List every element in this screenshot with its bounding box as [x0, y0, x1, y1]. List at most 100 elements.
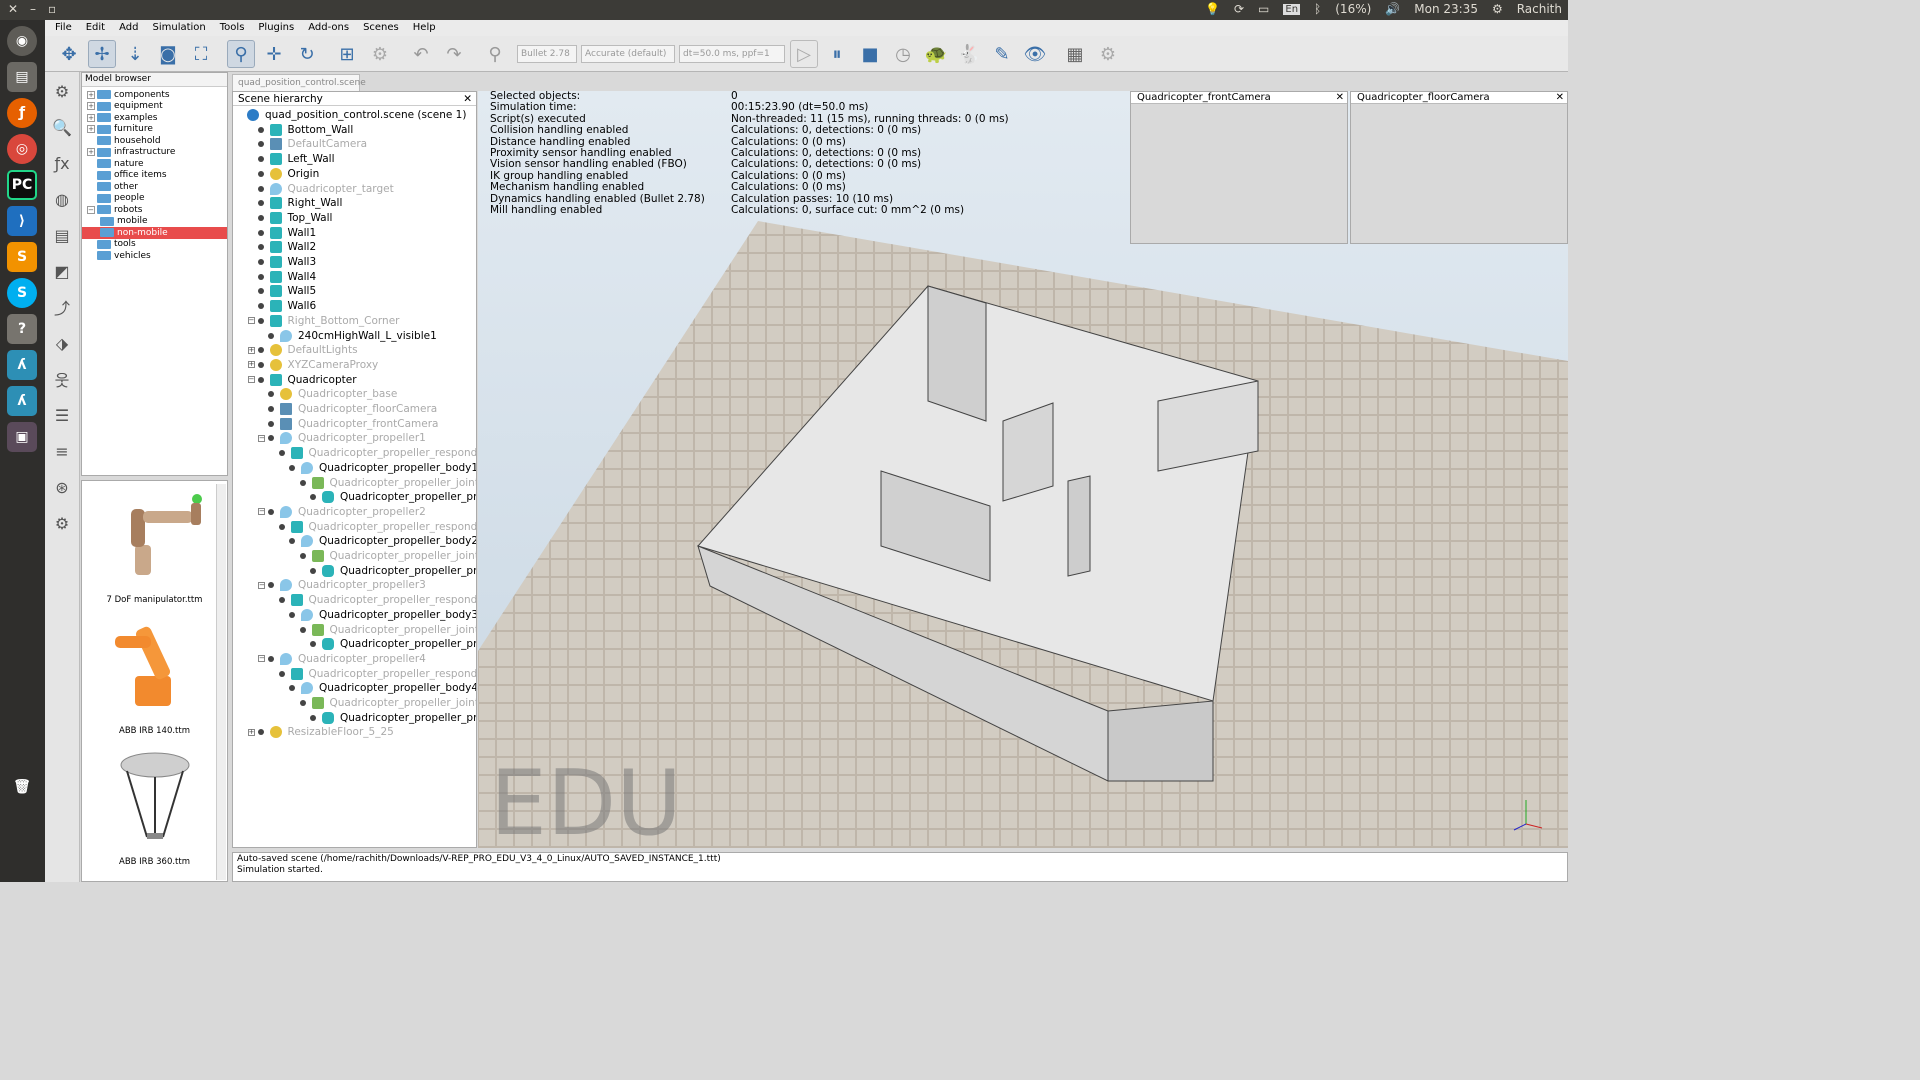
- hierarchy-row[interactable]: Wall3: [248, 255, 316, 269]
- visibility-icon[interactable]: [257, 303, 264, 310]
- expand-toggle-icon[interactable]: [269, 523, 276, 530]
- expand-toggle-icon[interactable]: [300, 714, 307, 721]
- hierarchy-row[interactable]: Right_Wall: [248, 196, 342, 210]
- expand-toggle-icon[interactable]: +: [247, 346, 255, 354]
- model-folder[interactable]: + infrastructure: [82, 147, 227, 159]
- visibility-icon[interactable]: [289, 685, 295, 692]
- hierarchy-row[interactable]: Wall6: [248, 299, 316, 313]
- visibility-icon[interactable]: [299, 700, 306, 706]
- expand-toggle-icon[interactable]: [279, 538, 286, 545]
- hierarchy-row[interactable]: Quadricopter_base: [258, 387, 397, 401]
- collection-icon[interactable]: ⬗: [47, 329, 77, 357]
- scene-objects-icon[interactable]: ▦: [1061, 40, 1089, 68]
- hierarchy-row[interactable]: Quadricopter_propeller_prop: [300, 564, 476, 578]
- shape-edit-icon[interactable]: ◩: [47, 257, 77, 285]
- trash-icon[interactable]: 🗑: [7, 772, 37, 802]
- expand-toggle-icon[interactable]: −: [247, 376, 255, 384]
- hierarchy-row[interactable]: Quadricopter_propeller_body3: [279, 608, 476, 622]
- undo-icon[interactable]: ↶: [407, 40, 435, 68]
- model-folder[interactable]: − robots: [82, 204, 227, 216]
- expand-toggle-icon[interactable]: [269, 670, 276, 677]
- menu-file[interactable]: File: [55, 20, 72, 36]
- visibility-icon[interactable]: [268, 582, 274, 589]
- visibility-icon[interactable]: [257, 347, 264, 354]
- hierarchy-row[interactable]: quad_position_control.scene (scene 1): [237, 108, 466, 122]
- hierarchy-row[interactable]: Quadricopter_propeller_body4: [279, 681, 476, 695]
- visibility-icon[interactable]: [257, 361, 264, 368]
- menu-add[interactable]: Add: [119, 20, 138, 36]
- vrep-icon[interactable]: ʎ: [7, 386, 37, 416]
- visibility-icon[interactable]: [310, 641, 316, 648]
- visibility-icon[interactable]: [310, 494, 316, 501]
- visibility-icon[interactable]: [289, 611, 295, 618]
- hierarchy-row[interactable]: + XYZCameraProxy: [247, 358, 378, 372]
- visibility-icon[interactable]: [268, 391, 274, 398]
- model-settings-icon[interactable]: ⚙: [1094, 40, 1122, 68]
- expand-toggle-icon[interactable]: [300, 567, 307, 574]
- files-icon[interactable]: ▤: [7, 62, 37, 92]
- model-folder[interactable]: + furniture: [82, 124, 227, 136]
- visibility-icon[interactable]: [257, 244, 264, 251]
- visibility-icon[interactable]: [278, 523, 285, 530]
- hierarchy-row[interactable]: Quadricopter_propeller_body1: [279, 461, 476, 475]
- expand-toggle-icon[interactable]: [258, 406, 265, 413]
- hierarchy-row[interactable]: − Quadricopter_propeller4: [258, 652, 426, 666]
- hierarchy-row[interactable]: 240cmHighWall_L_visible1: [258, 329, 437, 343]
- hierarchy-row[interactable]: Quadricopter_propeller_body2: [279, 534, 476, 548]
- model-thumbnail[interactable]: 7 DoF manipulator.ttm: [82, 481, 227, 612]
- speed-up-icon[interactable]: 🐇: [955, 40, 983, 68]
- user-settings-icon[interactable]: ⚙: [47, 509, 77, 537]
- expand-toggle-icon[interactable]: [248, 200, 255, 207]
- hierarchy-row[interactable]: − Quadricopter_propeller2: [258, 505, 426, 519]
- visibility-icon[interactable]: [257, 317, 264, 324]
- visibility-icon[interactable]: [257, 729, 264, 736]
- accuracy-select[interactable]: Accurate (default): [581, 45, 675, 63]
- realtime-icon[interactable]: ◷: [889, 40, 917, 68]
- start-simulation-icon[interactable]: ▷: [790, 40, 818, 68]
- hierarchy-row[interactable]: Quadricopter_propeller_respondab: [269, 667, 476, 681]
- close-icon[interactable]: ✕: [463, 92, 472, 106]
- hierarchy-row[interactable]: Quadricopter_floorCamera: [258, 402, 437, 416]
- visibility-icon[interactable]: [257, 214, 264, 221]
- visibility-icon[interactable]: [257, 185, 264, 192]
- expand-toggle-icon[interactable]: [279, 611, 286, 618]
- fit-view-icon[interactable]: ⛶: [187, 40, 215, 68]
- selection-list-icon[interactable]: ☰: [47, 401, 77, 429]
- layers-icon[interactable]: ≡: [47, 437, 77, 465]
- hierarchy-row[interactable]: Wall5: [248, 284, 316, 298]
- sublime-icon[interactable]: S: [7, 242, 37, 272]
- model-folder[interactable]: vehicles: [82, 250, 227, 262]
- expand-toggle-icon[interactable]: −: [258, 434, 265, 442]
- sync-icon[interactable]: ⟳: [1234, 2, 1244, 16]
- visibility-icon[interactable]: [257, 156, 264, 163]
- skype-icon[interactable]: S: [7, 278, 37, 308]
- ubuntu-dash-icon[interactable]: ◉: [7, 26, 37, 56]
- expand-toggle-icon[interactable]: −: [247, 317, 255, 325]
- visualization-toggle-icon[interactable]: 👁: [1021, 40, 1049, 68]
- expand-toggle-icon[interactable]: [279, 685, 286, 692]
- hierarchy-row[interactable]: Wall1: [248, 226, 316, 240]
- expand-toggle-icon[interactable]: +: [247, 361, 255, 369]
- hierarchy-row[interactable]: Quadricopter_propeller_respondab: [269, 593, 476, 607]
- threaded-rendering-icon[interactable]: ✎: [988, 40, 1016, 68]
- expand-toggle-icon[interactable]: [248, 185, 255, 192]
- model-folder[interactable]: office items: [82, 170, 227, 182]
- model-folder[interactable]: tools: [82, 239, 227, 251]
- camera-angle-icon[interactable]: ◙: [154, 40, 182, 68]
- script-icon[interactable]: ▤: [47, 221, 77, 249]
- visibility-icon[interactable]: [257, 229, 264, 236]
- path-icon[interactable]: ⤴: [47, 293, 77, 321]
- expand-toggle-icon[interactable]: [248, 141, 255, 148]
- hierarchy-row[interactable]: Quadricopter_target: [248, 182, 394, 196]
- hierarchy-row[interactable]: Wall2: [248, 240, 316, 254]
- hierarchy-row[interactable]: Quadricopter_propeller_respondab: [269, 520, 476, 534]
- visibility-icon[interactable]: [278, 597, 285, 604]
- clock[interactable]: Mon 23:35: [1414, 2, 1478, 16]
- transfer-dna-icon[interactable]: ⚙: [366, 40, 394, 68]
- menu-addons[interactable]: Add-ons: [308, 20, 349, 36]
- close-icon[interactable]: ✕: [1336, 92, 1344, 103]
- model-folder[interactable]: mobile: [82, 216, 227, 228]
- robot-icon[interactable]: 웃: [47, 365, 77, 393]
- menu-edit[interactable]: Edit: [86, 20, 105, 36]
- expand-toggle-icon[interactable]: [248, 244, 255, 251]
